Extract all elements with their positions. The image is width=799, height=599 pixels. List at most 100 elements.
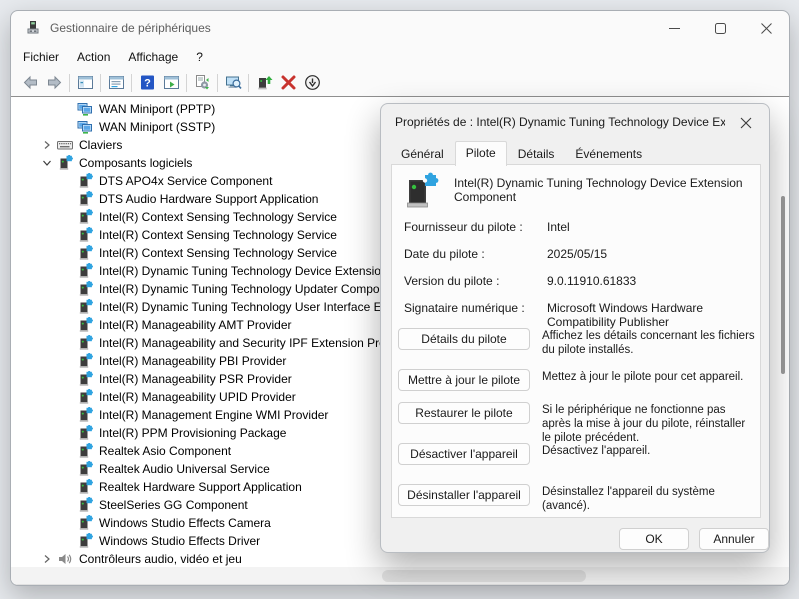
horizontal-scrollbar[interactable]	[11, 567, 789, 585]
software-component-icon	[77, 371, 93, 387]
tab-général[interactable]: Général	[391, 143, 454, 165]
chevron-placeholder	[57, 227, 77, 243]
tree-item-label: WAN Miniport (SSTP)	[99, 120, 215, 134]
tree-item-label: Claviers	[79, 138, 122, 152]
chevron-placeholder	[57, 497, 77, 513]
driver-field-row: Date du pilote :2025/05/15	[404, 247, 754, 261]
software-component-icon	[77, 443, 93, 459]
pilote-tab-panel: Intel(R) Dynamic Tuning Technology Devic…	[391, 164, 761, 518]
uninstall-device-icon[interactable]	[276, 71, 300, 95]
disable-device-button[interactable]: Désactiver l'appareil	[398, 443, 530, 465]
software-component-icon	[77, 191, 93, 207]
tab-détails[interactable]: Détails	[508, 143, 565, 165]
horizontal-scrollbar-thumb[interactable]	[382, 570, 586, 582]
chevron-placeholder	[57, 245, 77, 261]
chevron-placeholder	[57, 389, 77, 405]
uninstall-device-button[interactable]: Désinstaller l'appareil	[398, 484, 530, 506]
dialog-title: Propriétés de : Intel(R) Dynamic Tuning …	[395, 115, 725, 129]
field-value: Intel	[547, 220, 754, 234]
chevron-placeholder	[57, 101, 77, 117]
chevron-placeholder	[57, 443, 77, 459]
chevron-placeholder	[57, 191, 77, 207]
action-description: Désactivez l'appareil.	[542, 444, 755, 458]
tree-item-label: Intel(R) Dynamic Tuning Technology User …	[99, 300, 426, 314]
minimize-button[interactable]	[651, 11, 697, 45]
menu-fichier[interactable]: Fichier	[14, 47, 68, 67]
toolbar-separator	[69, 74, 70, 92]
driver-field-row: Signataire numérique :Microsoft Windows …	[404, 301, 754, 329]
audio-controller-icon	[57, 551, 73, 567]
chevron-placeholder	[57, 263, 77, 279]
software-component-icon	[402, 172, 440, 210]
software-component-icon	[77, 245, 93, 261]
menubar: FichierActionAffichage?	[11, 45, 789, 69]
disable-device-icon[interactable]	[300, 71, 324, 95]
chevron-placeholder	[57, 515, 77, 531]
window-title: Gestionnaire de périphériques	[50, 21, 211, 35]
console-tree-icon[interactable]	[73, 71, 97, 95]
toolbar: ?	[11, 69, 789, 96]
tree-item-label: Intel(R) Management Engine WMI Provider	[99, 408, 328, 422]
tree-item-label: Intel(R) Manageability UPID Provider	[99, 390, 296, 404]
tree-item-label: Intel(R) Manageability AMT Provider	[99, 318, 292, 332]
roll-back-driver-button[interactable]: Restaurer le pilote	[398, 402, 530, 424]
scan-hardware-changes-icon[interactable]	[190, 71, 214, 95]
chevron-placeholder	[57, 533, 77, 549]
action-description: Affichez les détails concernant les fich…	[542, 329, 755, 357]
forward-icon[interactable]	[42, 71, 66, 95]
menu-affichage[interactable]: Affichage	[119, 47, 187, 67]
software-component-icon	[77, 317, 93, 333]
tree-item-label: Realtek Asio Component	[99, 444, 231, 458]
tree-item-label: Intel(R) PPM Provisioning Package	[99, 426, 286, 440]
field-label: Version du pilote :	[404, 274, 547, 288]
tree-item-label: SteelSeries GG Component	[99, 498, 248, 512]
software-component-icon	[77, 425, 93, 441]
back-icon[interactable]	[18, 71, 42, 95]
chevron-placeholder	[57, 119, 77, 135]
maximize-button[interactable]	[697, 11, 743, 45]
driver-field-row: Fournisseur du pilote :Intel	[404, 220, 754, 234]
properties-icon[interactable]	[104, 71, 128, 95]
software-component-icon	[77, 389, 93, 405]
tree-item-label: Intel(R) Context Sensing Technology Serv…	[99, 246, 337, 260]
software-component-icon	[77, 227, 93, 243]
toolbar-separator	[186, 74, 187, 92]
tab-pilote[interactable]: Pilote	[455, 141, 507, 166]
dialog-tabs: GénéralPiloteDétailsÉvénements	[391, 142, 653, 165]
tree-item-label: Composants logiciels	[79, 156, 192, 170]
menu-action[interactable]: Action	[68, 47, 119, 67]
network-adapter-icon	[77, 101, 93, 117]
dialog-close-button[interactable]	[737, 114, 755, 132]
tree-item-label: Intel(R) Manageability PSR Provider	[99, 372, 292, 386]
action-pane-icon[interactable]	[159, 71, 183, 95]
driver-details-button[interactable]: Détails du pilote	[398, 328, 530, 350]
update-driver-icon[interactable]	[252, 71, 276, 95]
software-component-icon	[77, 263, 93, 279]
cancel-button[interactable]: Annuler	[699, 528, 769, 550]
update-driver-button[interactable]: Mettre à jour le pilote	[398, 369, 530, 391]
close-button[interactable]	[743, 11, 789, 45]
tab-événements[interactable]: Événements	[565, 143, 652, 165]
chevron-down-icon[interactable]	[37, 155, 57, 171]
chevron-placeholder	[57, 353, 77, 369]
ok-button[interactable]: OK	[619, 528, 689, 550]
software-component-icon	[77, 407, 93, 423]
chevron-right-icon[interactable]	[37, 137, 57, 153]
device-name: Intel(R) Dynamic Tuning Technology Devic…	[454, 172, 754, 210]
svg-text:?: ?	[144, 78, 151, 90]
menu-?[interactable]: ?	[187, 47, 212, 67]
field-value: Microsoft Windows Hardware Compatibility…	[547, 301, 754, 329]
chevron-right-icon[interactable]	[37, 551, 57, 567]
vertical-scrollbar-thumb[interactable]	[781, 196, 785, 374]
properties-dialog: Propriétés de : Intel(R) Dynamic Tuning …	[380, 103, 770, 553]
computer-search-icon[interactable]	[221, 71, 245, 95]
tree-item-label: Intel(R) Dynamic Tuning Technology Updat…	[99, 282, 403, 296]
device-manager-app-icon	[25, 20, 41, 36]
field-label: Date du pilote :	[404, 247, 547, 261]
chevron-placeholder	[57, 371, 77, 387]
action-description: Désinstallez l'appareil du système (avan…	[542, 485, 755, 513]
software-component-icon	[77, 533, 93, 549]
help-icon[interactable]: ?	[135, 71, 159, 95]
tree-item-label: Windows Studio Effects Camera	[99, 516, 271, 530]
tree-item-label: Intel(R) Context Sensing Technology Serv…	[99, 210, 337, 224]
